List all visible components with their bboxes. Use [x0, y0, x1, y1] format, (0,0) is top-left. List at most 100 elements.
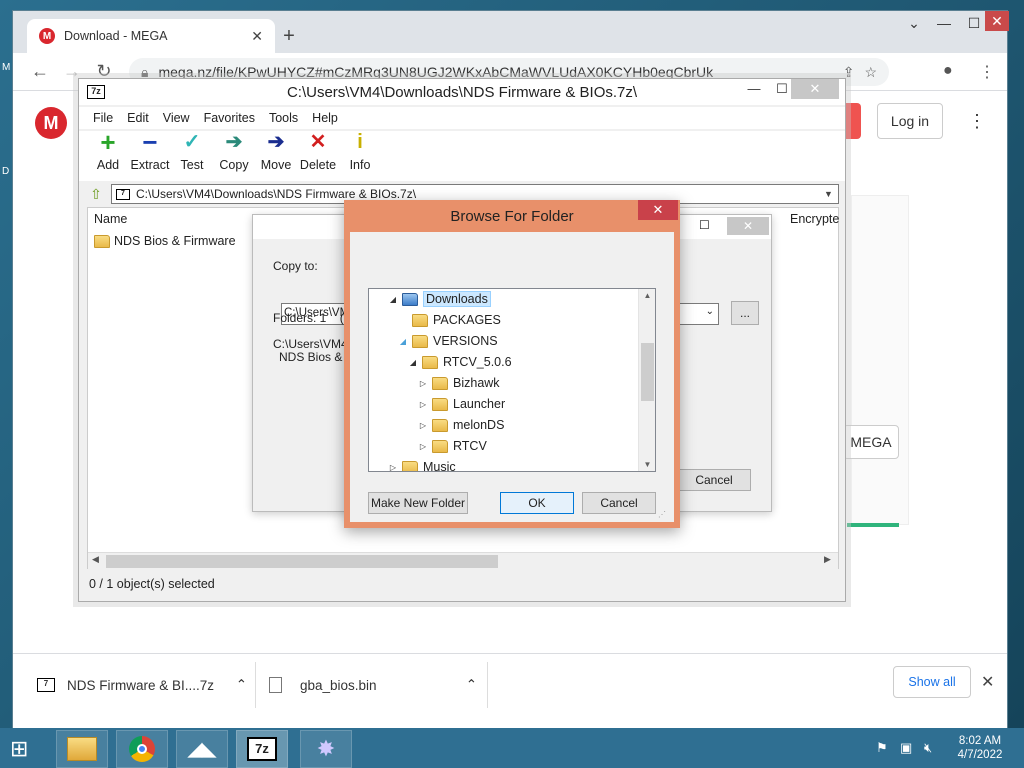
menu-file[interactable]: File [93, 111, 113, 125]
7z-app-icon[interactable]: 7z [87, 85, 105, 99]
collapse-icon[interactable]: ◢ [389, 295, 397, 304]
tab-close-icon[interactable]: ✕ [251, 28, 263, 45]
new-tab-icon[interactable]: + [277, 25, 301, 48]
expand-icon[interactable]: ▷ [419, 400, 427, 409]
file-explorer-icon[interactable] [56, 730, 108, 768]
back-icon[interactable]: ← [27, 61, 53, 82]
browse-button[interactable]: ... [731, 301, 759, 325]
resize-grip-icon[interactable]: ⋰ [658, 510, 666, 519]
dialog-title[interactable]: Browse For Folder [344, 200, 680, 232]
vertical-scrollbar[interactable]: ▲ ▼ [638, 289, 655, 471]
chevron-down-icon[interactable]: ⌄ [899, 15, 929, 32]
make-new-folder-button[interactable]: Make New Folder [368, 492, 468, 514]
flag-icon[interactable]: ⚑ [876, 740, 888, 756]
chevron-down-icon[interactable]: ▼ [824, 189, 838, 199]
menu-help[interactable]: Help [312, 111, 338, 125]
maximize-icon[interactable]: ☐ [699, 218, 710, 232]
menu-view[interactable]: View [163, 111, 190, 125]
test-button[interactable]: ✓ Test [171, 131, 213, 181]
folder-icon [412, 313, 428, 327]
scroll-up-icon[interactable]: ▲ [639, 291, 655, 300]
show-all-button[interactable]: Show all [893, 666, 971, 698]
horizontal-scrollbar[interactable]: ◀ ▶ [88, 552, 838, 569]
tree-node[interactable]: ▷ Launcher [419, 394, 505, 414]
mega-app-button[interactable]: MEGA [843, 425, 899, 459]
scroll-thumb[interactable] [641, 343, 654, 401]
login-button[interactable]: Log in [877, 103, 943, 139]
mega-logo[interactable]: M [35, 107, 67, 139]
emulator-icon[interactable]: ✸ [300, 730, 352, 768]
sevenzip-titlebar[interactable]: C:\Users\VM4\Downloads\NDS Firmware & BI… [79, 79, 845, 105]
minimize-icon[interactable]: — [929, 15, 959, 31]
menu-tools[interactable]: Tools [269, 111, 298, 125]
mega-menu-icon[interactable]: ⋮ [968, 111, 986, 132]
star-icon[interactable]: ☆ [864, 64, 877, 81]
tree-node[interactable]: ▷ Bizhawk [419, 373, 500, 393]
tree-node[interactable]: ▷ RTCV [419, 436, 487, 456]
expand-icon[interactable]: ▷ [419, 379, 427, 388]
list-item[interactable]: NDS Bios & Firmware [94, 234, 236, 248]
browser-tab[interactable]: M Download - MEGA ✕ [27, 19, 275, 53]
scroll-left-icon[interactable]: ◀ [92, 554, 99, 565]
chrome-icon[interactable] [116, 730, 168, 768]
copy-button[interactable]: ➔ Copy [213, 131, 255, 181]
extract-icon: − [142, 127, 158, 157]
copy-cancel-button[interactable]: Cancel [677, 469, 751, 491]
tree-node[interactable]: ◢ Downloads [389, 289, 491, 309]
info-button[interactable]: i Info [339, 131, 381, 181]
tree-node-label: Bizhawk [453, 376, 500, 390]
close-shelf-icon[interactable]: ✕ [981, 672, 994, 692]
collapse-icon[interactable]: ◢ [399, 337, 407, 346]
windows-start-icon[interactable]: ⊞ [10, 736, 28, 762]
tree-node[interactable]: PACKAGES [399, 310, 501, 330]
cancel-button[interactable]: Cancel [582, 492, 656, 514]
clock-date: 4/7/2022 [957, 749, 1003, 761]
folder-tree[interactable]: ▷ Music ▷ RTCV ▷ melonDS ▷ Launcher ▷ Bizhawk ◢ RTC… [368, 288, 656, 472]
tree-node[interactable]: ◢ VERSIONS [399, 331, 498, 351]
close-icon[interactable]: ✕ [985, 11, 1009, 31]
close-icon[interactable]: ✕ [791, 79, 839, 99]
folder-icon [402, 460, 418, 471]
profile-icon[interactable]: ● [943, 62, 953, 80]
delete-button[interactable]: ✕ Delete [297, 131, 339, 181]
close-icon[interactable]: ✕ [638, 200, 678, 220]
expand-icon[interactable]: ▷ [419, 442, 427, 451]
extract-button[interactable]: − Extract [129, 127, 171, 181]
scroll-right-icon[interactable]: ▶ [824, 554, 831, 565]
menu-icon[interactable]: ⋮ [979, 62, 995, 82]
menu-favorites[interactable]: Favorites [204, 111, 255, 125]
path-text: C:\Users\VM4\Downloads\NDS Firmware & BI… [136, 187, 417, 201]
volume-muted-icon[interactable]: 🔇︎ [924, 740, 932, 756]
download-item[interactable]: gba_bios.bin ⌃ [269, 654, 477, 716]
chevron-up-icon[interactable]: ⌃ [236, 677, 247, 693]
menu-edit[interactable]: Edit [127, 111, 149, 125]
ok-button[interactable]: OK [500, 492, 574, 514]
add-label: Add [96, 158, 120, 172]
minimize-icon[interactable]: — [739, 81, 769, 96]
expand-icon[interactable]: ▷ [389, 463, 397, 472]
move-button[interactable]: ➔ Move [255, 131, 297, 181]
add-button[interactable]: + Add [87, 129, 129, 181]
rtc-launcher-icon[interactable]: ◢◣ [176, 730, 228, 768]
close-icon[interactable]: ✕ [727, 217, 769, 235]
scroll-down-icon[interactable]: ▼ [639, 460, 655, 469]
desktop-edge-icon: D [2, 166, 10, 177]
tree-node[interactable]: ▷ Music [389, 457, 456, 472]
collapse-icon[interactable]: ◢ [409, 358, 417, 367]
column-encrypted[interactable]: Encrypte [790, 212, 839, 226]
download-item[interactable]: 7 NDS Firmware & BI....7z ⌃ [37, 654, 247, 716]
tree-node[interactable]: ◢ RTCV_5.0.6 [409, 352, 512, 372]
chevron-up-icon[interactable]: ⌃ [466, 677, 477, 693]
info-icon: i [357, 131, 363, 153]
tree-node[interactable]: ▷ melonDS [419, 415, 505, 435]
column-name[interactable]: Name [94, 212, 127, 226]
7zip-taskbar-icon[interactable]: 7z [236, 730, 288, 768]
system-clock[interactable]: 8:02 AM 4/7/2022 [950, 734, 1010, 762]
up-folder-icon[interactable]: ⇧ [87, 186, 105, 203]
folder-icon [432, 418, 448, 432]
chevron-down-icon[interactable]: ⌄ [706, 306, 714, 317]
mega-red-button[interactable] [845, 103, 861, 139]
scroll-thumb[interactable] [106, 555, 498, 568]
network-icon[interactable]: ▣ [900, 740, 912, 756]
expand-icon[interactable]: ▷ [419, 421, 427, 430]
